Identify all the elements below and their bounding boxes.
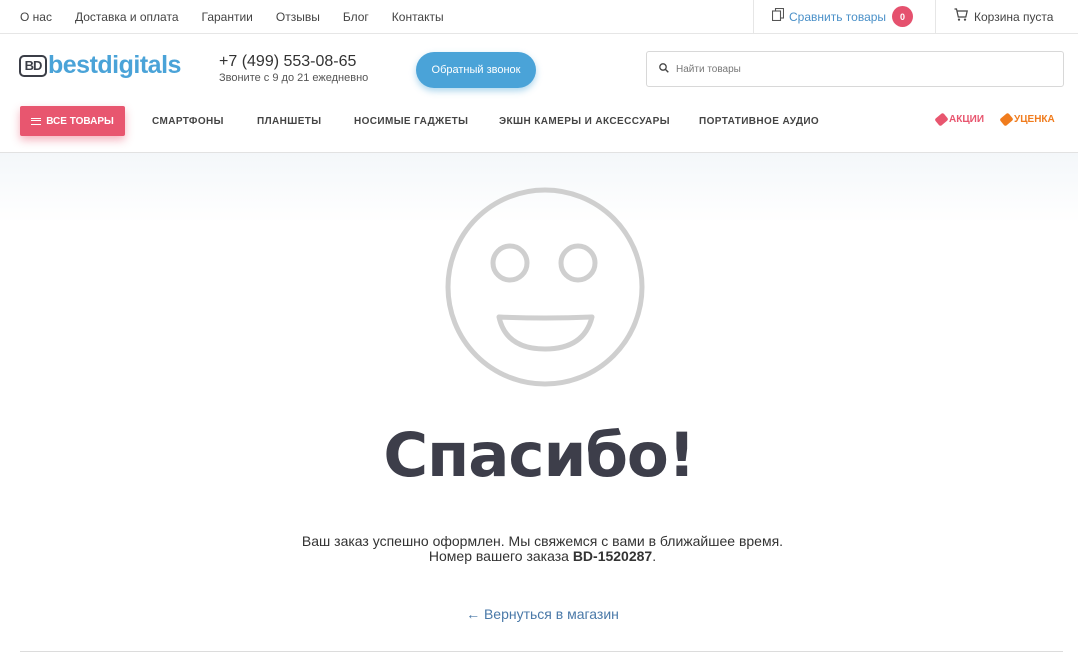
promo-discount-label: УЦЕНКА xyxy=(1014,114,1055,125)
tag-icon xyxy=(999,112,1014,127)
search-icon xyxy=(659,60,669,78)
promo-sales-label: АКЦИИ xyxy=(949,114,985,125)
top-link-contacts[interactable]: Контакты xyxy=(392,10,444,24)
nav-item-action-cameras[interactable]: ЭКШН КАМЕРЫ И АКСЕССУАРЫ xyxy=(499,116,670,127)
promo-sales-link[interactable]: АКЦИИ xyxy=(934,112,985,127)
compare-count-badge: 0 xyxy=(892,6,914,27)
top-link-reviews[interactable]: Отзывы xyxy=(276,10,320,24)
order-success-text: Ваш заказ успешно оформлен. Мы свяжемся … xyxy=(301,533,784,549)
back-to-shop-link[interactable]: ← Вернуться в магазин xyxy=(0,606,1078,622)
nav-item-smartphones[interactable]: СМАРТФОНЫ xyxy=(152,116,224,127)
order-number-line: Номер вашего заказа BD-1520287. xyxy=(0,549,1078,564)
cart-button[interactable]: Корзина пуста xyxy=(935,0,1078,33)
nav-item-tablets[interactable]: ПЛАНШЕТЫ xyxy=(257,116,321,127)
all-products-button[interactable]: ВСЕ ТОВАРЫ xyxy=(20,106,125,136)
order-number-suffix: . xyxy=(652,548,657,564)
top-link-about[interactable]: О нас xyxy=(20,10,52,24)
top-link-blog[interactable]: Блог xyxy=(343,10,369,24)
top-links: О нас Доставка и оплата Гарантии Отзывы … xyxy=(20,0,467,33)
nav-item-portable-audio[interactable]: ПОРТАТИВНОЕ АУДИО xyxy=(699,116,819,127)
phone-number[interactable]: +7 (499) 553-08-65 xyxy=(219,53,368,71)
phone-block: +7 (499) 553-08-65 Звоните с 9 до 21 еже… xyxy=(219,53,368,84)
cart-icon xyxy=(954,7,968,26)
order-number-prefix: Номер вашего заказа xyxy=(428,548,569,564)
compare-button[interactable]: Сравнить товары 0 xyxy=(753,0,936,33)
cart-label: Корзина пуста xyxy=(974,9,1054,24)
logo-mark: BD xyxy=(19,54,47,77)
search-input[interactable] xyxy=(676,63,1056,75)
order-number: BD-1520287 xyxy=(572,548,653,564)
phone-hours: Звоните с 9 до 21 ежедневно xyxy=(219,72,369,84)
smiley-face-icon xyxy=(444,187,646,392)
order-message: Ваш заказ успешно оформлен. Мы свяжемся … xyxy=(0,534,1078,564)
compare-icon xyxy=(771,7,785,26)
search-box[interactable] xyxy=(646,51,1064,87)
page-title: Спасибо! xyxy=(383,420,695,491)
site-logo[interactable]: BD bestdigitals xyxy=(19,53,181,78)
callback-button[interactable]: Обратный звонок xyxy=(416,52,536,88)
footer-divider xyxy=(20,651,1063,652)
menu-icon xyxy=(31,117,42,125)
top-bar: О нас Доставка и оплата Гарантии Отзывы … xyxy=(0,0,1078,34)
top-link-delivery[interactable]: Доставка и оплата xyxy=(75,10,179,24)
all-products-label: ВСЕ ТОВАРЫ xyxy=(46,115,114,127)
logo-text: bestdigitals xyxy=(48,51,181,79)
promo-discount-link[interactable]: УЦЕНКА xyxy=(999,112,1055,127)
nav-item-wearables[interactable]: НОСИМЫЕ ГАДЖЕТЫ xyxy=(354,116,468,127)
top-link-warranty[interactable]: Гарантии xyxy=(202,10,253,24)
compare-label: Сравнить товары xyxy=(789,9,887,24)
tag-icon xyxy=(934,112,949,127)
